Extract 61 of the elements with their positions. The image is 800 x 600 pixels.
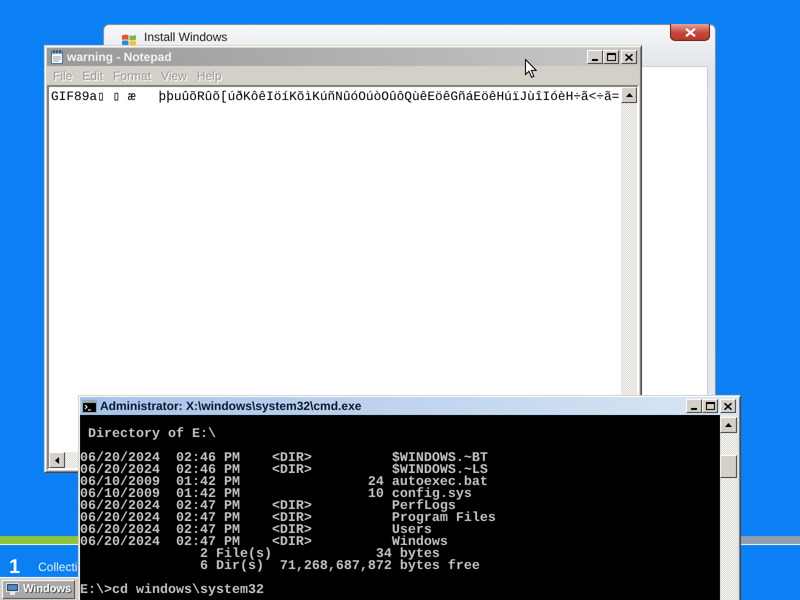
directory-marker: <DIR> (272, 465, 312, 477)
file-name: PerfLogs (392, 501, 456, 513)
close-icon (625, 54, 633, 60)
file-name: Program Files (392, 513, 496, 525)
step-number: 1 (9, 557, 20, 577)
file-size: 10 (368, 489, 384, 501)
close-icon (724, 402, 732, 410)
directory-heading: Directory of E:\ (88, 429, 216, 441)
command-line: E:\>cd windows\system32 (80, 585, 264, 597)
directory-marker: <DIR> (272, 453, 312, 465)
count-label: Dir(s) (216, 561, 264, 573)
scroll-up-button[interactable] (621, 87, 638, 103)
up-arrow-icon (725, 423, 732, 427)
taskbar-button[interactable]: Windows (2, 580, 76, 598)
up-arrow-icon (626, 93, 633, 97)
directory-marker: <DIR> (272, 525, 312, 537)
scroll-up-button[interactable] (720, 417, 737, 433)
file-time: 01:42 PM (176, 489, 240, 501)
maximize-icon (606, 53, 616, 61)
scroll-thumb[interactable] (720, 455, 737, 478)
mouse-pointer-icon (525, 59, 537, 78)
notepad-icon (51, 50, 63, 64)
file-time: 02:46 PM (176, 465, 240, 477)
monitor-icon (6, 583, 19, 595)
minimize-button[interactable] (686, 399, 702, 413)
byte-count: 71,268,687,872 (280, 561, 392, 573)
vertical-scrollbar[interactable] (720, 415, 737, 600)
directory-marker: <DIR> (272, 513, 312, 525)
count-label: File(s) (216, 549, 272, 561)
flag-icon (122, 34, 136, 47)
left-arrow-icon (55, 456, 59, 464)
minimize-icon (592, 59, 598, 61)
item-count: 2 (200, 549, 208, 561)
maximize-button[interactable] (702, 399, 718, 413)
byte-unit: bytes free (400, 561, 480, 573)
item-count: 6 (200, 561, 208, 573)
window-title: Administrator: X:\windows\system32\cmd.exe (100, 399, 362, 413)
horizontal-scrollbar[interactable] (49, 452, 78, 468)
file-time: 01:42 PM (176, 477, 240, 489)
window-title: Install Windows (144, 30, 228, 44)
file-time: 02:47 PM (176, 513, 240, 525)
file-time: 02:46 PM (176, 453, 240, 465)
close-button[interactable] (670, 24, 710, 41)
file-date: 06/20/2024 (80, 537, 160, 549)
byte-count: 34 (376, 549, 392, 561)
step-label: Collecti (38, 560, 78, 574)
file-time: 02:47 PM (176, 525, 240, 537)
vertical-scrollbar[interactable] (621, 87, 638, 395)
file-size: 24 (368, 477, 384, 489)
file-time: 02:47 PM (176, 501, 240, 513)
file-name: config.sys (392, 489, 472, 501)
terminal-icon (82, 400, 97, 412)
byte-unit: bytes (400, 549, 440, 561)
window-title: warning - Notepad (67, 50, 172, 64)
maximize-icon (706, 402, 714, 410)
directory-marker: <DIR> (272, 537, 312, 549)
directory-marker: <DIR> (272, 501, 312, 513)
minimize-icon (691, 408, 697, 410)
progress-track (741, 536, 800, 544)
close-icon (684, 28, 696, 36)
scroll-left-button[interactable] (49, 452, 65, 468)
